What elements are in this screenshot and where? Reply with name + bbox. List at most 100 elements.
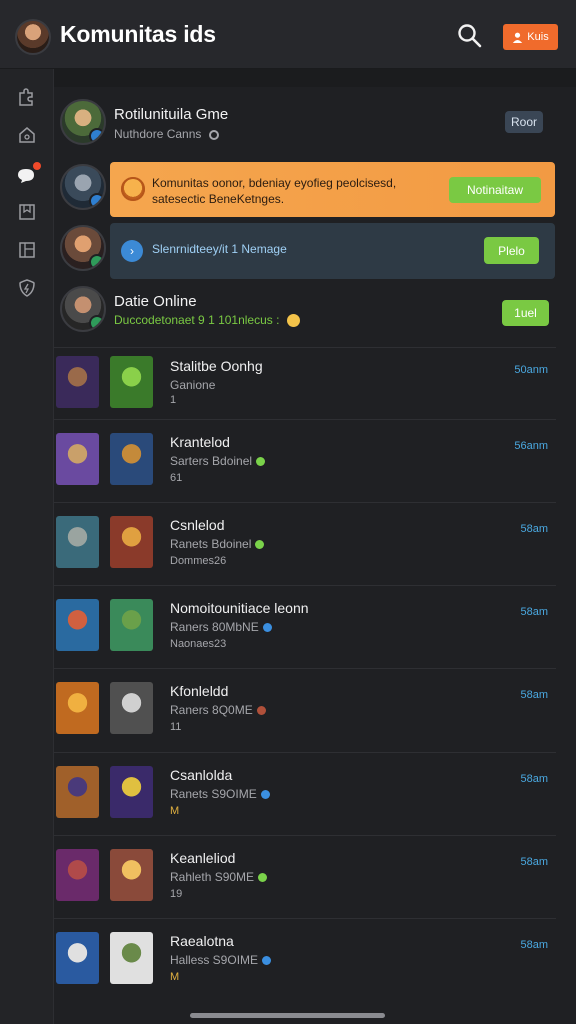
game-thumbnail: [56, 932, 99, 984]
play-button[interactable]: 1uel: [502, 300, 549, 326]
feed-item-subtitle: Duccodetonaet 9 1 101nlecus :: [114, 313, 300, 328]
gem-icon: [262, 623, 272, 633]
notification-text-line2: satesectic BeneKetnges.: [152, 192, 285, 206]
home-indicator: [190, 1013, 385, 1018]
game-title: Csanlolda: [170, 767, 233, 783]
game-subtitle-text: Raners 80MbNE: [170, 620, 259, 634]
user-avatar[interactable]: [15, 19, 51, 55]
game-title: Raealotna: [170, 933, 234, 949]
game-thumbnail: [56, 433, 99, 485]
gem-icon: [256, 457, 266, 467]
notification-banner[interactable]: Komunitas oonor, bdeniay eyofieg peolcis…: [110, 162, 555, 217]
message-banner-button[interactable]: Plelo: [484, 237, 539, 264]
game-subtitle: Halless S9OIME: [170, 953, 272, 967]
online-badge-icon: [89, 254, 104, 269]
main-content: Rotilunituila Gme Nuthdore Canns Roor Ko…: [54, 69, 576, 1024]
game-extra-info: Naonaes23: [170, 638, 227, 650]
app-header: Komunitas ids Kuis: [0, 0, 576, 69]
library-icon: [19, 242, 35, 258]
sidebar-item-library[interactable]: [15, 238, 39, 262]
game-subtitle-text: Raners 8Q0ME: [170, 703, 253, 717]
game-extra-info: 1: [170, 394, 177, 406]
message-banner-text: Slenrnidteey/it 1 Nemage: [152, 242, 287, 256]
game-extra-info: Dommes26: [170, 555, 227, 567]
game-thumbnail: [56, 766, 99, 818]
game-row[interactable]: Keanleliod Rahleth S90ME 19 58am: [54, 835, 556, 919]
game-title: Krantelod: [170, 434, 230, 450]
search-icon[interactable]: [456, 22, 484, 50]
gem-icon: [256, 706, 266, 716]
game-thumbnail: [110, 849, 153, 901]
avatar[interactable]: [60, 286, 106, 332]
feed-item-title: Datie Online: [114, 293, 197, 310]
game-status-link[interactable]: 58am: [520, 773, 548, 785]
feed-item-subtitle-text: Nuthdore Canns: [114, 127, 202, 141]
puzzle-icon: [19, 88, 33, 106]
sidebar-item-home[interactable]: [15, 123, 39, 147]
avatar[interactable]: [60, 99, 106, 145]
game-subtitle: Ranets Bdoinel: [170, 537, 265, 551]
header-action-button[interactable]: Kuis: [503, 24, 558, 50]
game-thumbnail: [110, 516, 153, 568]
settings-icon: [208, 129, 219, 140]
game-title: Keanleliod: [170, 850, 236, 866]
game-status-link[interactable]: 58am: [520, 606, 548, 618]
notification-action-button[interactable]: Notinaitaw: [449, 177, 541, 203]
online-badge-icon: [89, 315, 104, 330]
game-subtitle: Sarters Bdoinel: [170, 454, 266, 468]
notification-dot: [33, 162, 41, 170]
game-status-link[interactable]: 50anm: [514, 364, 548, 376]
avatar[interactable]: [60, 164, 106, 210]
game-thumbnail: [110, 433, 153, 485]
game-subtitle: Raners 80MbNE: [170, 620, 272, 634]
game-status-link[interactable]: 56anm: [514, 440, 548, 452]
sidebar-item-puzzle[interactable]: [15, 85, 39, 109]
bookmark-icon: [19, 204, 35, 220]
emoji-icon: [121, 177, 145, 201]
game-status-link[interactable]: 58am: [520, 689, 548, 701]
game-subtitle: Ganione: [170, 378, 215, 392]
game-subtitle: Raners 8Q0ME: [170, 703, 266, 717]
info-icon: ›: [121, 240, 143, 262]
message-banner[interactable]: › Slenrnidteey/it 1 Nemage Plelo: [110, 223, 555, 279]
header-action-label: Kuis: [527, 31, 549, 43]
game-title: Kfonleldd: [170, 683, 229, 699]
gem-icon: [262, 956, 272, 966]
game-thumbnail: [110, 932, 153, 984]
sidebar-item-shield[interactable]: [15, 276, 39, 300]
smile-emoji-icon: [286, 314, 300, 328]
game-status-link[interactable]: 58am: [520, 523, 548, 535]
feed-header-strip: [54, 69, 576, 87]
page-title: Komunitas ids: [60, 21, 216, 47]
game-row[interactable]: Stalitbe Oonhg Ganione 1 50anm: [54, 347, 556, 420]
game-subtitle-text: Rahleth S90ME: [170, 870, 255, 884]
verified-badge-icon: [89, 128, 104, 143]
avatar[interactable]: [60, 225, 106, 271]
game-row[interactable]: Krantelod Sarters Bdoinel 61 56anm: [54, 419, 556, 503]
game-thumbnail: [110, 599, 153, 651]
feed-item-subtitle: Nuthdore Canns: [114, 127, 219, 141]
sidebar-item-chat[interactable]: [15, 162, 41, 187]
game-subtitle-text: Ganione: [170, 378, 216, 392]
game-status-link[interactable]: 58am: [520, 939, 548, 951]
game-title: Nomoitounitiace leonn: [170, 600, 309, 616]
game-subtitle-text: Ranets Bdoinel: [170, 537, 252, 551]
verified-badge-icon: [89, 193, 104, 208]
game-row[interactable]: Csanlolda Ranets S9OIME M 58am: [54, 752, 556, 836]
game-row[interactable]: Kfonleldd Raners 8Q0ME 11 58am: [54, 668, 556, 752]
game-extra-info: M: [170, 805, 180, 817]
notification-text-line1: Komunitas oonor, bdeniay eyofieg peolcis…: [152, 176, 397, 190]
feed-item-title: Rotilunituila Gme: [114, 106, 229, 123]
gem-icon: [255, 540, 265, 550]
game-row[interactable]: Csnlelod Ranets Bdoinel Dommes26 58am: [54, 502, 556, 586]
game-row[interactable]: Nomoitounitiace leonn Raners 80MbNE Naonae…: [54, 585, 556, 669]
gem-icon: [260, 790, 270, 800]
game-row[interactable]: Raealotna Halless S9OIME M 58am: [54, 918, 556, 1002]
sidebar-item-bookmark[interactable]: [15, 200, 39, 224]
game-title: Stalitbe Oonhg: [170, 358, 263, 374]
game-thumbnail: [56, 849, 99, 901]
follow-button[interactable]: Roor: [505, 111, 543, 133]
game-status-link[interactable]: 58am: [520, 856, 548, 868]
game-subtitle-text: Ranets S9OIME: [170, 787, 257, 801]
game-extra-info: 11: [170, 721, 182, 733]
